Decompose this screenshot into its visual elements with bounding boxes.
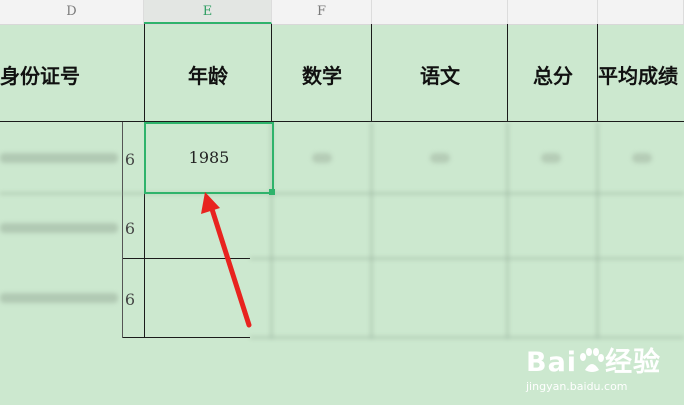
baidu-jingyan-watermark: Bai 经验 jingyan.baidu.com (522, 340, 682, 400)
watermark-logo-text: Bai 经验 (526, 347, 662, 378)
watermark-url: jingyan.baidu.com (526, 380, 628, 393)
baidu-paw-icon (580, 348, 605, 372)
